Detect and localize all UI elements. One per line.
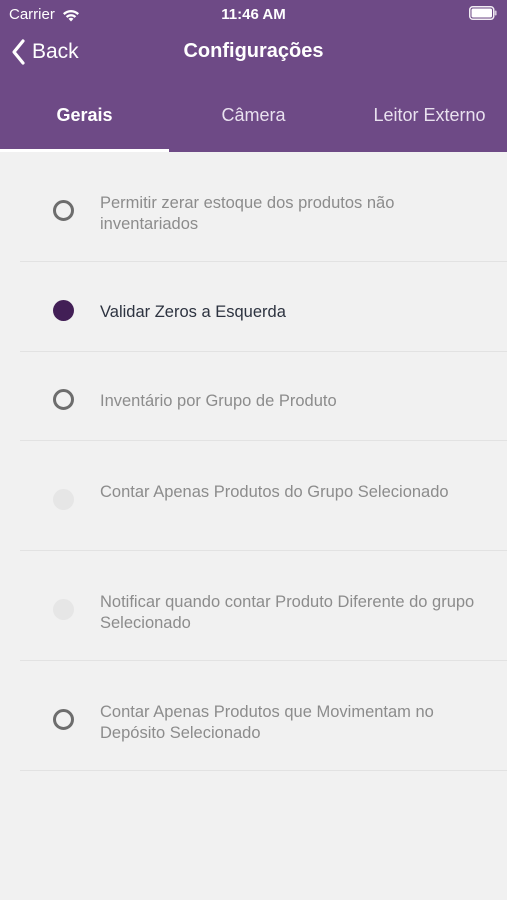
tab-label: Leitor Externo — [373, 105, 486, 125]
tab-label: Câmera — [221, 105, 286, 125]
option-contar-deposito[interactable]: Contar Apenas Produtos que Movimentam no… — [0, 661, 507, 771]
tab-leitor-externo[interactable]: Leitor Externo — [338, 90, 507, 152]
option-inventario-grupo[interactable]: Inventário por Grupo de Produto — [0, 352, 507, 441]
tab-camera[interactable]: Câmera — [169, 90, 338, 152]
option-label: Inventário por Grupo de Produto — [100, 392, 337, 410]
tab-gerais[interactable]: Gerais — [0, 90, 169, 152]
navigation-bar: Back Configurações — [0, 30, 507, 74]
option-validar-zeros[interactable]: Validar Zeros a Esquerda — [0, 262, 507, 352]
radio-button[interactable] — [53, 389, 74, 410]
option-label: Contar Apenas Produtos do Grupo Selecion… — [100, 483, 449, 501]
option-notificar-produto[interactable]: Notificar quando contar Produto Diferent… — [0, 551, 507, 661]
radio-button[interactable] — [53, 489, 74, 510]
option-label: Contar Apenas Produtos que Movimentam no… — [100, 703, 434, 742]
page-title: Configurações — [183, 40, 324, 62]
option-label: Validar Zeros a Esquerda — [100, 303, 286, 321]
option-zerar-estoque[interactable]: Permitir zerar estoque dos produtos não … — [0, 152, 507, 262]
settings-list: Permitir zerar estoque dos produtos não … — [0, 152, 507, 771]
battery-icon — [469, 6, 497, 20]
tab-bar: Gerais Câmera Leitor Externo — [0, 90, 507, 152]
app-header: Carrier 11:46 AM Back Configurações Gera… — [0, 0, 507, 152]
radio-button[interactable] — [53, 599, 74, 620]
tab-label: Gerais — [56, 105, 113, 125]
radio-button[interactable] — [53, 300, 74, 321]
option-contar-grupo[interactable]: Contar Apenas Produtos do Grupo Selecion… — [0, 441, 507, 551]
radio-button[interactable] — [53, 709, 74, 730]
status-bar: Carrier 11:46 AM — [0, 0, 507, 28]
clock: 11:46 AM — [221, 6, 286, 23]
option-label: Notificar quando contar Produto Diferent… — [100, 593, 475, 632]
radio-button[interactable] — [53, 200, 74, 221]
option-label: Permitir zerar estoque dos produtos não … — [100, 194, 395, 233]
divider — [20, 770, 507, 771]
